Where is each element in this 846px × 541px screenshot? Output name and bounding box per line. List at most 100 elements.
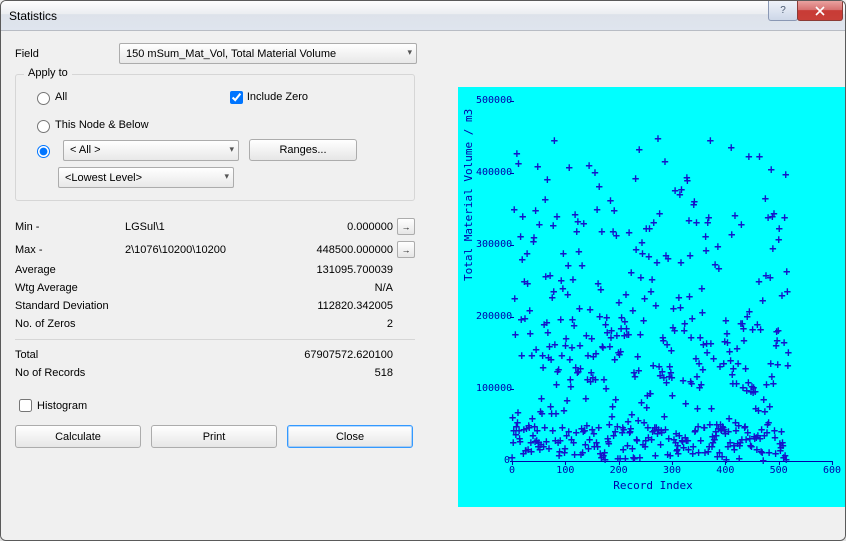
data-point: + [518,353,525,360]
data-point: + [740,337,747,344]
data-point: + [565,262,572,269]
data-point: + [528,449,535,456]
data-point: + [783,457,790,464]
data-point: + [582,396,589,403]
goto-max-button[interactable]: → [397,241,415,258]
window-close-button[interactable] [797,1,843,21]
include-zero-input[interactable] [230,91,243,104]
stat-row-wtg-average: Wtg Average N/A [15,279,415,297]
data-point: + [597,287,604,294]
data-point: + [558,352,565,359]
apply-filter-radio-input[interactable] [37,145,50,158]
data-point: + [573,228,580,235]
data-point: + [580,221,587,228]
data-point: + [532,208,539,215]
close-button-label: Close [336,431,364,443]
data-point: + [682,401,689,408]
stat-records-value: 518 [215,367,393,379]
data-point: + [579,262,586,269]
data-point: + [511,206,518,213]
stat-min-label: Min - [15,221,125,233]
data-point: + [534,163,541,170]
histogram-checkbox[interactable]: Histogram [15,396,435,415]
data-point: + [640,317,647,324]
histogram-label: Histogram [37,400,87,412]
data-point: + [629,308,636,315]
data-point: + [689,315,696,322]
dialog-titlebar[interactable]: Statistics ? [1,1,845,31]
data-point: + [551,137,558,144]
data-point: + [570,440,577,447]
stat-min-path: LGSul\1 [125,221,273,233]
level-dropdown-value: <Lowest Level> [65,172,142,184]
data-point: + [526,308,533,315]
data-point: + [705,214,712,221]
data-point: + [536,221,543,228]
data-point: + [632,175,639,182]
data-point: + [697,438,704,445]
goto-min-button[interactable]: → [397,218,415,235]
data-point: + [557,317,564,324]
field-dropdown[interactable]: 150 mSum_Mat_Vol, Total Material Volume [119,43,417,64]
filter-dropdown[interactable]: < All > [63,140,239,161]
calculate-button[interactable]: Calculate [15,425,141,448]
data-point: + [762,196,769,203]
data-point: + [515,160,522,167]
xtick: 0 [509,465,515,476]
chart-ylabel: Total Material Volume / m3 [462,109,475,281]
data-point: + [728,231,735,238]
data-point: + [752,389,759,396]
data-point: + [519,213,526,220]
data-point: + [592,376,599,383]
stat-zeros-label: No. of Zeros [15,318,215,330]
data-point: + [693,219,700,226]
data-point: + [530,234,537,241]
help-button[interactable]: ? [768,1,798,21]
data-point: + [684,177,691,184]
data-point: + [635,367,642,374]
data-point: + [625,331,632,338]
data-point: + [560,251,567,258]
data-point: + [686,294,693,301]
data-point: + [688,334,695,341]
data-point: + [679,377,686,384]
data-point: + [601,456,608,463]
data-point: + [746,308,753,315]
data-point: + [678,187,685,194]
close-button[interactable]: Close [287,425,413,448]
data-point: + [691,198,698,205]
stat-wavg-value: N/A [215,282,393,294]
stat-avg-value: 131095.700039 [215,264,393,276]
apply-this-node-label: This Node & Below [55,119,149,131]
data-point: + [599,345,606,352]
data-point: + [781,214,788,221]
data-point: + [546,272,553,279]
level-dropdown[interactable]: <Lowest Level> [58,167,234,188]
data-point: + [577,366,584,373]
data-point: + [652,453,659,460]
ytick: 500000 [476,95,510,106]
ytick: 300000 [476,239,510,250]
data-point: + [512,331,519,338]
data-point: + [668,347,675,354]
data-point: + [657,441,664,448]
data-point: + [553,381,560,388]
histogram-input[interactable] [19,399,32,412]
data-point: + [576,305,583,312]
stat-total-value: 67907572.620100 [215,349,393,361]
data-point: + [617,349,624,356]
apply-this-node-radio[interactable]: This Node & Below [32,117,398,133]
stat-min-value: 0.000000 [273,221,393,233]
data-point: + [647,289,654,296]
data-point: + [677,304,684,311]
include-zero-checkbox[interactable]: Include Zero [226,88,308,107]
apply-all-radio[interactable]: All [32,89,67,105]
ranges-button-label: Ranges... [279,144,326,156]
apply-all-radio-input[interactable] [37,92,50,105]
stat-row-std: Standard Deviation 112820.342005 [15,297,415,315]
data-point: + [636,454,643,461]
print-button[interactable]: Print [151,425,277,448]
ranges-button[interactable]: Ranges... [249,139,357,161]
apply-this-node-input[interactable] [37,120,50,133]
data-point: + [698,382,705,389]
